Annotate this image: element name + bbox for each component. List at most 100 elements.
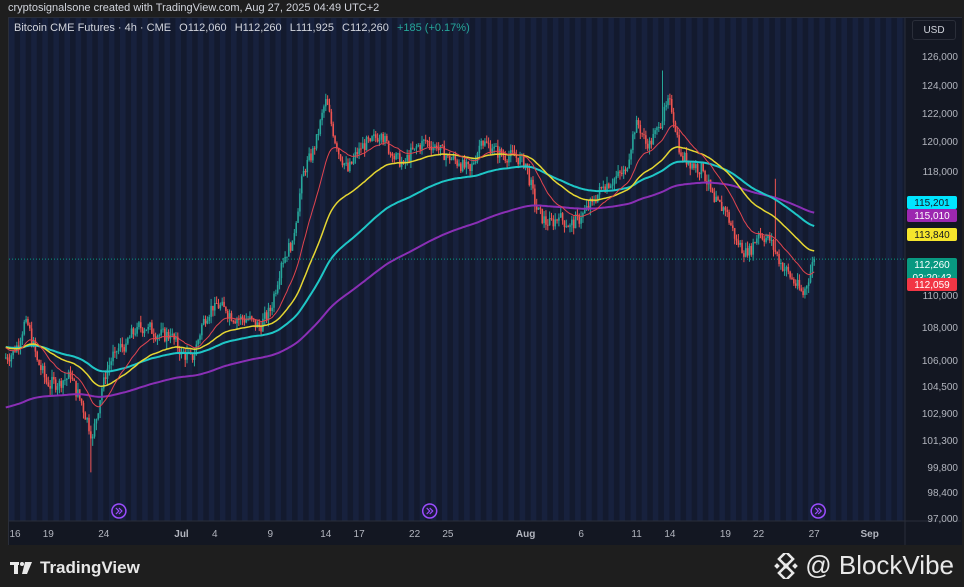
candle-body [463, 159, 466, 168]
currency-button[interactable]: USD [912, 20, 956, 40]
candle-body [748, 245, 751, 256]
session-stripe [519, 18, 526, 521]
candle-body [158, 335, 161, 337]
candle-body [53, 376, 55, 380]
candle-body [528, 168, 531, 186]
candle-body [110, 361, 112, 365]
x-tick-label: 9 [268, 529, 274, 540]
candle-body [326, 99, 329, 105]
event-marker-icon[interactable] [810, 503, 826, 519]
candle-body [91, 436, 94, 439]
candle-body [465, 161, 468, 168]
candle [541, 208, 544, 225]
symbol-title[interactable]: Bitcoin CME Futures · 4h · CME [14, 22, 171, 34]
candle-body [358, 148, 360, 155]
candle-body [639, 124, 642, 134]
candle [334, 135, 336, 145]
candle-body [717, 196, 719, 200]
candle-body [563, 220, 566, 227]
candle-body [349, 161, 351, 171]
price-chart[interactable]: 126,000 124,000 122,000 120,000 118,000 110,0… [0, 0, 964, 587]
candle-body [602, 186, 605, 188]
candle-body [532, 179, 534, 189]
candle-body [315, 134, 318, 149]
candle-body [30, 328, 33, 346]
candle [702, 163, 704, 173]
candle-body [441, 145, 444, 147]
candle [448, 151, 451, 164]
candle-body [763, 239, 766, 242]
candle-body [698, 172, 701, 175]
candle [783, 262, 786, 276]
candle [226, 309, 229, 323]
candle-body [312, 148, 314, 161]
session-stripe [86, 18, 93, 521]
candle-body [202, 319, 205, 325]
candle [704, 169, 706, 183]
candle-body [469, 164, 471, 171]
candle-body [478, 145, 481, 154]
candle-body [508, 156, 510, 163]
candle-body [271, 307, 273, 311]
candle-body [43, 365, 46, 378]
candle-body [21, 334, 24, 341]
candle [128, 335, 131, 339]
candle [27, 316, 29, 327]
candle [291, 240, 294, 251]
candle [173, 332, 175, 345]
candle [387, 140, 390, 155]
y-tick-label: 102,900 [922, 409, 959, 420]
candle-body [582, 213, 584, 218]
candle [482, 140, 484, 149]
candle-body [674, 122, 677, 132]
candle [617, 165, 619, 178]
event-marker-icon[interactable] [111, 503, 127, 519]
y-tick-label: 101,300 [922, 436, 959, 447]
candle-body [691, 163, 693, 169]
candle-body [208, 316, 211, 321]
candle-body [798, 279, 801, 289]
candle-body [365, 137, 368, 151]
candle-body [49, 386, 51, 389]
session-stripe [752, 18, 759, 521]
candle-body [152, 333, 155, 337]
candle [794, 279, 797, 289]
event-marker-icon[interactable] [421, 503, 438, 519]
candle-body [204, 319, 207, 324]
candle [393, 153, 396, 164]
session-stripe [97, 18, 104, 521]
candle-body [750, 245, 753, 255]
candle-body [761, 235, 764, 240]
blockvibe-watermark: @ BlockVibe [773, 550, 954, 581]
price-label-text: 112,260 [914, 260, 950, 271]
candle-body [112, 351, 114, 362]
candle [715, 190, 717, 203]
candle-body [12, 350, 14, 356]
candle [40, 359, 42, 376]
candle-body [289, 243, 292, 251]
candle-body [295, 222, 297, 233]
candle-body [251, 316, 253, 319]
candle [149, 321, 151, 331]
candle-body [572, 219, 575, 229]
session-stripe [497, 18, 503, 521]
candle-body [151, 322, 153, 334]
candle-body [219, 305, 222, 309]
session-stripe [630, 18, 637, 521]
x-tick-label: 25 [442, 529, 454, 540]
candle-body [643, 134, 645, 136]
candle [495, 142, 497, 148]
candle [737, 234, 740, 248]
candle [127, 336, 129, 345]
candle-body [23, 321, 26, 335]
candle-body [145, 329, 148, 331]
candle-body [86, 417, 88, 420]
session-stripe [419, 18, 426, 521]
candle [51, 369, 53, 396]
session-stripe [330, 18, 337, 521]
tradingview-logo: TradingView [10, 558, 140, 578]
candle-body [306, 160, 309, 173]
candle-body [275, 292, 277, 294]
candle-body [515, 156, 518, 158]
y-tick-label: 108,000 [922, 323, 959, 334]
